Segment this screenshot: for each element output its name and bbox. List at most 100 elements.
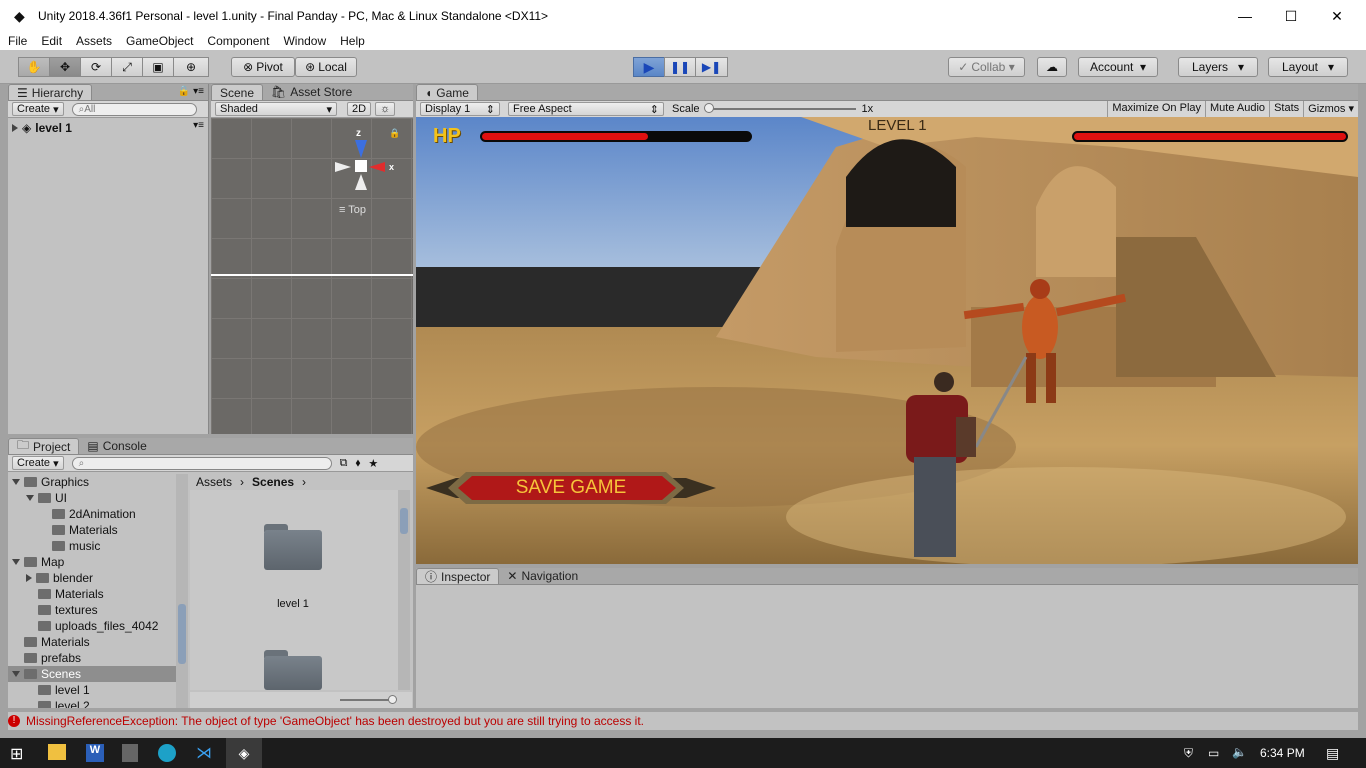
menu-file[interactable]: File (8, 34, 27, 48)
unity-taskbar-icon[interactable]: ◈ (226, 738, 262, 768)
notifications-icon[interactable]: ▤ (1326, 745, 1339, 762)
lock-icon[interactable]: 🔒 (178, 86, 190, 97)
tree-item[interactable]: Map (8, 554, 176, 570)
tree-item[interactable]: music (8, 538, 176, 554)
file-explorer-icon[interactable] (48, 744, 66, 760)
tree-item[interactable]: Materials (8, 522, 176, 538)
scale-tool-icon[interactable]: ⤢ (111, 57, 143, 77)
tree-item[interactable]: level 2 (8, 698, 176, 708)
icon-size-slider[interactable] (340, 695, 397, 704)
favorite-icon[interactable]: ★ (368, 457, 378, 470)
clock[interactable]: 6:34 PM (1260, 746, 1305, 760)
shading-dropdown[interactable]: Shaded ▾ (215, 102, 337, 116)
scale-slider-thumb[interactable] (703, 103, 714, 113)
pause-button[interactable]: ❚❚ (664, 57, 696, 77)
expand-arrow-icon[interactable] (12, 671, 20, 677)
maximize-button[interactable]: ☐ (1268, 0, 1314, 32)
asset-scrollbar[interactable] (398, 490, 410, 690)
project-search-input[interactable]: ⌕ (71, 456, 332, 470)
rect-tool-icon[interactable]: ▣ (142, 57, 174, 77)
menu-window[interactable]: Window (283, 34, 326, 48)
account-dropdown[interactable]: Account ▾ (1078, 57, 1158, 77)
mute-audio-toggle[interactable]: Mute Audio (1205, 101, 1269, 117)
menu-component[interactable]: Component (207, 34, 269, 48)
menu-gameobject[interactable]: GameObject (126, 34, 193, 48)
local-toggle[interactable]: ⊛ Local (295, 57, 357, 77)
project-create-dropdown[interactable]: Create ▾ (12, 456, 64, 470)
layers-dropdown[interactable]: Layers ▾ (1178, 57, 1258, 77)
tree-item[interactable]: textures (8, 602, 176, 618)
expand-arrow-icon[interactable] (12, 559, 20, 565)
pivot-toggle[interactable]: ⊗ Pivot (231, 57, 295, 77)
status-bar[interactable]: ! MissingReferenceException: The object … (8, 712, 1358, 730)
calculator-icon[interactable] (122, 744, 138, 762)
tree-scrollbar-thumb[interactable] (178, 604, 186, 664)
tree-item[interactable]: UI (8, 490, 176, 506)
network-icon[interactable]: ▭ (1208, 746, 1219, 760)
tab-hierarchy[interactable]: ☰ Hierarchy (8, 84, 93, 100)
aspect-dropdown[interactable]: Free Aspect ⇕ (508, 102, 664, 116)
breadcrumb-scenes[interactable]: Scenes (252, 475, 294, 489)
panel-menu-icon[interactable]: ▾≡ (193, 86, 204, 97)
scene-options-icon[interactable]: ▾≡ (193, 120, 204, 131)
vscode-icon[interactable]: ⋊ (196, 743, 212, 763)
gizmo-neg-x-arrow[interactable] (335, 162, 351, 172)
collapse-arrow-icon[interactable] (26, 574, 32, 582)
layout-dropdown[interactable]: Layout ▾ (1268, 57, 1348, 77)
collab-dropdown[interactable]: ✓ Collab ▾ (948, 57, 1025, 77)
icon-size-thumb[interactable] (388, 695, 397, 704)
menu-edit[interactable]: Edit (41, 34, 62, 48)
tab-navigation[interactable]: ✕ Navigation (499, 568, 586, 584)
expand-arrow-icon[interactable] (12, 124, 18, 132)
filter-type-icon[interactable]: ⧉ (340, 457, 348, 470)
hierarchy-scene-root[interactable]: ◈ level 1 (12, 120, 72, 136)
filter-label-icon[interactable]: ⬧ (355, 457, 360, 470)
stats-toggle[interactable]: Stats (1269, 101, 1303, 117)
tree-item[interactable]: 2dAnimation (8, 506, 176, 522)
play-button[interactable]: ▶ (633, 57, 665, 77)
hand-tool-icon[interactable]: ✋ (18, 57, 50, 77)
scene-gizmo[interactable]: z x ≡ Top 🔒 (331, 126, 406, 216)
gizmos-dropdown[interactable]: Gizmos ▾ (1303, 101, 1358, 117)
tree-item[interactable]: Graphics (8, 474, 176, 490)
tree-item[interactable]: Scenes (8, 666, 176, 682)
asset-folder-second[interactable] (264, 650, 322, 690)
tab-scene[interactable]: Scene (211, 84, 264, 100)
display-dropdown[interactable]: Display 1 ⇕ (420, 102, 500, 116)
expand-arrow-icon[interactable] (12, 479, 20, 485)
volume-icon[interactable]: 🔈 (1232, 745, 1247, 759)
tree-item[interactable]: Materials (8, 586, 176, 602)
scale-slider[interactable] (703, 103, 856, 113)
tab-inspector[interactable]: ⓘ Inspector (416, 568, 500, 584)
lighting-toggle[interactable]: ☼ (375, 102, 396, 116)
maximize-on-play-toggle[interactable]: Maximize On Play (1107, 101, 1205, 117)
close-button[interactable]: ✕ (1314, 0, 1360, 32)
hierarchy-create-dropdown[interactable]: Create ▾ (12, 102, 64, 116)
game-viewport[interactable]: HP LEVEL 1 SAVE GAME (416, 117, 1358, 564)
tab-project[interactable]: 🗀 Project (8, 438, 80, 454)
shield-icon[interactable]: ⛨ (1184, 746, 1193, 761)
tab-console[interactable]: ▤ Console (79, 438, 154, 454)
tab-game[interactable]: ◖ Game (416, 84, 478, 100)
minimize-button[interactable]: — (1222, 0, 1268, 32)
scene-viewport[interactable]: z x ≡ Top 🔒 (211, 118, 413, 434)
tree-item[interactable]: blender (8, 570, 176, 586)
tree-item[interactable]: prefabs (8, 650, 176, 666)
tree-item[interactable]: level 1 (8, 682, 176, 698)
move-tool-icon[interactable]: ✥ (49, 57, 81, 77)
tree-scrollbar[interactable] (176, 474, 188, 708)
rotate-tool-icon[interactable]: ⟳ (80, 57, 112, 77)
hierarchy-search-input[interactable]: ⌕ All (71, 102, 197, 116)
breadcrumb-assets[interactable]: Assets (196, 475, 232, 489)
gizmo-view-label[interactable]: ≡ Top (339, 204, 366, 216)
cloud-button[interactable]: ☁ (1037, 57, 1067, 77)
tree-item[interactable]: Materials (8, 634, 176, 650)
asset-scrollbar-thumb[interactable] (400, 508, 408, 534)
gizmo-neg-z-arrow[interactable] (355, 174, 367, 190)
tree-item[interactable]: uploads_files_4042 (8, 618, 176, 634)
tab-asset-store[interactable]: 🛍 Asset Store (263, 84, 360, 100)
step-button[interactable]: ▶❚ (695, 57, 728, 77)
save-game-button[interactable]: SAVE GAME (426, 468, 716, 508)
gizmo-lock-icon[interactable]: 🔒 (389, 128, 400, 139)
gizmo-z-arrow[interactable] (355, 140, 367, 158)
